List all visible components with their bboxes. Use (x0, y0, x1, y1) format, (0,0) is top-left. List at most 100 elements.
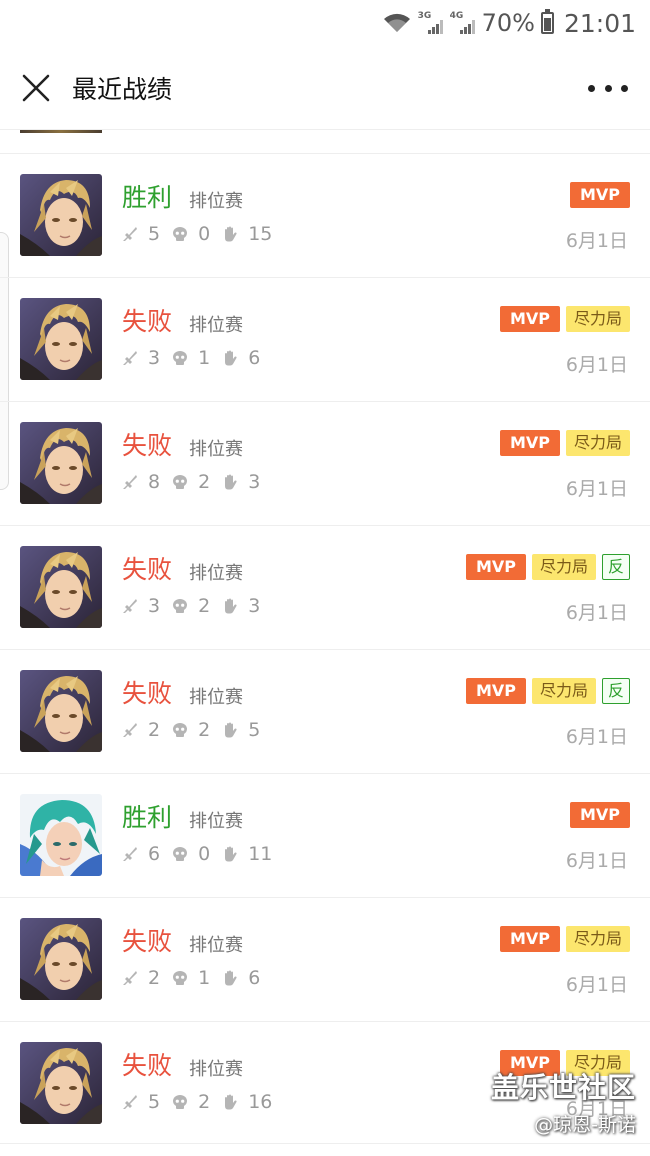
kda-stats: 2 1 6 (122, 966, 272, 990)
kda-stats: 5 0 15 (122, 222, 284, 246)
hero-avatar[interactable] (20, 1042, 102, 1124)
kill-icon (123, 599, 137, 613)
kda-stats: 6 0 11 (122, 842, 284, 866)
hand-icon (225, 474, 237, 490)
match-record-row[interactable]: 胜利 排位赛 6 0 11 MVP 6月1日 (0, 774, 650, 898)
kill-icon (123, 971, 137, 985)
match-result: 胜利 (122, 803, 173, 832)
match-mode: 排位赛 (189, 563, 243, 584)
deaths-value: 0 (198, 843, 211, 865)
assists-value: 3 (248, 471, 261, 493)
deaths-value: 0 (198, 223, 211, 245)
hero-avatar[interactable] (20, 298, 102, 380)
assists-value: 6 (248, 347, 261, 369)
clock: 21:01 (563, 8, 636, 38)
match-mode: 排位赛 (189, 315, 243, 336)
deaths-value: 1 (198, 347, 211, 369)
badge-effort: 尽力局 (532, 554, 596, 580)
match-record-row[interactable]: 失败 排位赛 3 1 6 MVP 尽力局 6月1日 (0, 278, 650, 402)
list-item-partial (0, 130, 650, 154)
deaths-value: 2 (198, 471, 211, 493)
close-icon (22, 74, 50, 102)
hero-portrait (20, 422, 102, 504)
hero-avatar[interactable] (20, 546, 102, 628)
kda-stats: 5 2 16 (122, 1090, 284, 1114)
hero-avatar (20, 130, 102, 133)
kill-icon (123, 475, 137, 489)
hero-avatar[interactable] (20, 794, 102, 876)
kills-value: 2 (148, 967, 161, 989)
skull-icon (173, 475, 188, 489)
kills-value: 5 (148, 223, 161, 245)
hand-icon (225, 1094, 237, 1110)
match-mode: 排位赛 (189, 439, 243, 460)
match-result: 失败 (122, 927, 173, 956)
match-record-row[interactable]: 胜利 排位赛 5 0 15 MVP 6月1日 (0, 154, 650, 278)
match-record-row[interactable]: 失败 排位赛 3 2 3 MVP 尽力局反 6月1日 (0, 526, 650, 650)
deaths-value: 1 (198, 967, 211, 989)
badge-mvp: MVP (466, 554, 526, 580)
signal-3g-icon: 3G (418, 11, 444, 35)
signal-4g-icon: 4G (450, 11, 476, 35)
hero-portrait (20, 174, 102, 256)
kill-icon (123, 227, 137, 241)
assists-value: 16 (248, 1091, 273, 1113)
page-title: 最近战绩 (72, 75, 173, 104)
badge-group: MVP 尽力局 (500, 306, 630, 332)
kills-value: 3 (148, 595, 161, 617)
badge-anti: 反 (602, 678, 630, 704)
skull-icon (173, 723, 188, 737)
more-icon (588, 84, 595, 92)
badge-mvp: MVP (500, 306, 560, 332)
close-button[interactable] (14, 66, 58, 110)
hero-avatar[interactable] (20, 670, 102, 752)
assists-value: 5 (248, 719, 261, 741)
badge-group: MVP (570, 802, 630, 828)
hero-avatar[interactable] (20, 918, 102, 1000)
badge-mvp: MVP (500, 430, 560, 456)
badge-mvp: MVP (500, 926, 560, 952)
kills-value: 5 (148, 1091, 161, 1113)
badge-effort: 尽力局 (566, 430, 630, 456)
skull-icon (173, 971, 188, 985)
kill-icon (123, 723, 137, 737)
match-date: 6月1日 (565, 602, 628, 624)
kda-stats: 3 1 6 (122, 346, 272, 370)
hand-icon (225, 350, 237, 366)
match-mode: 排位赛 (189, 811, 243, 832)
kill-icon (123, 351, 137, 365)
deaths-value: 2 (198, 1091, 211, 1113)
match-date: 6月1日 (565, 974, 628, 996)
match-record-row[interactable]: 失败 排位赛 8 2 3 MVP 尽力局 6月1日 (0, 402, 650, 526)
assists-value: 3 (248, 595, 261, 617)
badge-effort: 尽力局 (566, 926, 630, 952)
kill-icon (123, 847, 137, 861)
hero-portrait (20, 670, 102, 752)
match-result: 失败 (122, 307, 173, 336)
assists-value: 6 (248, 967, 261, 989)
match-result: 失败 (122, 679, 173, 708)
hero-portrait (20, 794, 102, 876)
skull-icon (173, 227, 188, 241)
watermark: 盖乐世社区 @琼恩-斯诺 (491, 1066, 636, 1137)
match-record-row[interactable]: 失败 排位赛 2 2 5 MVP 尽力局反 6月1日 (0, 650, 650, 774)
hand-icon (225, 846, 237, 862)
hero-portrait (20, 298, 102, 380)
badge-group: MVP 尽力局 (500, 926, 630, 952)
hero-avatar[interactable] (20, 174, 102, 256)
app-header: 最近战绩 (0, 46, 650, 130)
assists-value: 15 (248, 223, 273, 245)
kda-stats: 2 2 5 (122, 718, 272, 742)
badge-mvp: MVP (570, 182, 630, 208)
more-button[interactable] (588, 74, 628, 102)
hero-avatar[interactable] (20, 422, 102, 504)
watermark-author: @琼恩-斯诺 (534, 1114, 636, 1136)
match-date: 6月1日 (565, 478, 628, 500)
badge-mvp: MVP (570, 802, 630, 828)
match-mode: 排位赛 (189, 687, 243, 708)
match-mode: 排位赛 (189, 935, 243, 956)
match-record-row[interactable]: 失败 排位赛 2 1 6 MVP 尽力局 6月1日 (0, 898, 650, 1022)
kills-value: 8 (148, 471, 161, 493)
hand-icon (225, 598, 237, 614)
kills-value: 2 (148, 719, 161, 741)
